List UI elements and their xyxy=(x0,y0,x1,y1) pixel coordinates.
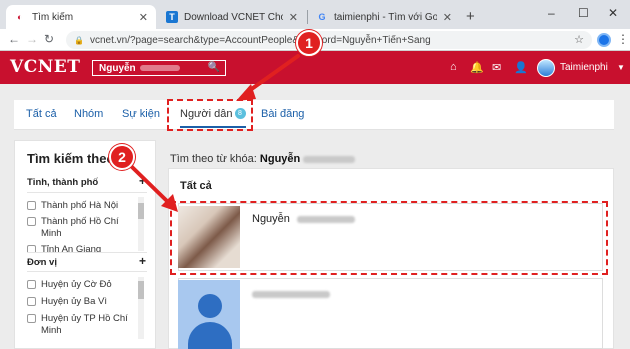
minimize-button[interactable]: – xyxy=(548,6,555,20)
url-text: vcnet.vn/?page=search&type=AccountPeople… xyxy=(89,34,431,46)
new-tab-button[interactable]: + xyxy=(466,8,475,25)
filter-panel: Tìm kiếm theo Tỉnh, thành phố + Thành ph… xyxy=(14,140,156,349)
filter-option-label: Thành phố Hà Nội xyxy=(41,200,119,211)
checkbox[interactable] xyxy=(27,201,36,210)
close-window-button[interactable]: ✕ xyxy=(608,6,618,20)
close-tab-icon[interactable]: ✕ xyxy=(139,11,148,24)
maximize-button[interactable]: ☐ xyxy=(578,6,589,20)
filter-option[interactable]: Huyện ủy Cờ Đỏ xyxy=(27,279,137,291)
checkbox[interactable] xyxy=(27,217,36,226)
filter-option-label: Huyện ủy TP Hồ Chí Minh xyxy=(41,313,128,336)
home-icon[interactable]: ⌂ xyxy=(450,61,457,73)
filter-option[interactable]: Huyện ủy Ba Vì xyxy=(27,296,137,308)
filter-group-province: Tỉnh, thành phố xyxy=(27,177,99,188)
keyword-value: Nguyễn xyxy=(259,153,301,165)
scrollbar-thumb[interactable] xyxy=(138,203,144,219)
tab-title: taimienphi - Tìm với Google xyxy=(334,11,437,23)
user-name[interactable]: Taimienphi xyxy=(560,62,608,73)
browser-tab-google[interactable]: G taimienphi - Tìm với Google ✕ xyxy=(308,5,460,29)
filter-option-label: Huyện ủy Cờ Đỏ xyxy=(41,279,112,290)
browser-menu-icon[interactable]: ⋮ xyxy=(617,32,629,46)
checkbox[interactable] xyxy=(27,245,36,252)
filter-option[interactable]: Thành phố Hồ Chí Minh xyxy=(27,216,137,240)
bookmark-star-icon[interactable]: ☆ xyxy=(574,33,584,46)
unit-scrollbar[interactable] xyxy=(138,277,144,339)
filter-option[interactable]: Huyện ủy TP Hồ Chí Minh xyxy=(27,313,137,337)
tab-title: Tìm kiếm xyxy=(32,11,74,23)
close-tab-icon[interactable]: ✕ xyxy=(443,11,452,24)
vcnet-logo[interactable]: VCNET xyxy=(10,57,80,77)
divider xyxy=(27,192,147,193)
keyword-prefix: Tìm theo từ khóa: xyxy=(170,153,257,165)
search-type-tabs: Tất cả Nhóm Sự kiện Người dân 8 Bài đăng xyxy=(14,100,614,130)
expand-unit-icon[interactable]: + xyxy=(139,254,146,268)
notification-bell-icon[interactable]: 🔔 xyxy=(470,61,484,74)
highlight-first-result xyxy=(170,201,608,275)
browser-tab-vcnet-download[interactable]: T Download VCNET Cho Android - ✕ xyxy=(158,5,306,29)
person-silhouette-icon xyxy=(198,294,222,318)
search-value-blurred xyxy=(139,65,180,71)
person-silhouette-body xyxy=(188,322,232,349)
tab-posts[interactable]: Bài đăng xyxy=(261,108,304,120)
user-avatar[interactable] xyxy=(537,59,555,77)
vcnet-favicon-icon: ◐ xyxy=(17,12,23,22)
filter-option-label: Thành phố Hồ Chí Minh xyxy=(41,216,119,239)
person-name-blurred xyxy=(252,290,330,298)
chat-icon[interactable]: ✉ xyxy=(492,61,501,74)
filter-option[interactable]: Tỉnh An Giang xyxy=(27,244,137,252)
forward-icon[interactable]: → xyxy=(26,32,38,46)
expand-province-icon[interactable]: + xyxy=(139,174,146,188)
filter-title: Tìm kiếm theo xyxy=(27,151,115,166)
add-friend-icon[interactable]: 👤 xyxy=(514,61,528,74)
checkbox[interactable] xyxy=(27,314,36,323)
checkbox[interactable] xyxy=(27,297,36,306)
chevron-down-icon[interactable]: ▼ xyxy=(617,63,625,72)
filter-option-label: Huyện ủy Ba Vì xyxy=(41,296,108,307)
divider xyxy=(27,271,147,272)
taimienphi-favicon-icon: T xyxy=(166,11,178,23)
keyword-blurred xyxy=(303,155,356,163)
tab-groups[interactable]: Nhóm xyxy=(74,108,103,120)
results-section-title: Tất cả xyxy=(180,180,212,192)
province-scrollbar[interactable] xyxy=(138,197,144,251)
browser-tab-active[interactable]: ◐ Tìm kiếm ✕ xyxy=(6,5,156,29)
divider xyxy=(27,252,147,253)
google-favicon-icon: G xyxy=(318,12,326,22)
search-icon[interactable]: 🔍 xyxy=(208,62,220,73)
step-marker-2: 2 xyxy=(109,144,135,170)
person-name[interactable] xyxy=(252,288,330,300)
checkbox[interactable] xyxy=(27,280,36,289)
site-search-input[interactable]: Nguyễn 🔍 xyxy=(92,60,226,76)
address-bar[interactable]: 🔒 vcnet.vn/?page=search&type=AccountPeop… xyxy=(66,31,592,49)
reload-icon[interactable]: ↻ xyxy=(44,32,54,46)
filter-option-label: Tỉnh An Giang xyxy=(41,244,102,252)
highlight-people-tab xyxy=(167,99,253,131)
tab-events[interactable]: Sự kiện xyxy=(122,108,160,120)
back-icon[interactable]: ← xyxy=(8,32,20,46)
step-marker-1: 1 xyxy=(296,30,322,56)
profile-avatar-icon[interactable] xyxy=(597,33,611,47)
scrollbar-thumb[interactable] xyxy=(138,281,144,299)
search-value: Nguyễn xyxy=(99,62,136,74)
lock-icon: 🔒 xyxy=(74,35,84,45)
site-header: VCNET Nguyễn 🔍 ⌂ 🔔 ✉ 👤 Taimienphi ▼ xyxy=(0,51,630,84)
filter-group-unit: Đơn vị xyxy=(27,257,57,268)
close-tab-icon[interactable]: ✕ xyxy=(289,11,298,24)
tab-title: Download VCNET Cho Android - xyxy=(184,11,283,23)
default-avatar[interactable] xyxy=(178,280,240,349)
search-keyword-line: Tìm theo từ khóa: Nguyễn xyxy=(170,153,356,165)
tab-all[interactable]: Tất cả xyxy=(26,108,57,120)
filter-option[interactable]: Thành phố Hà Nội xyxy=(27,200,137,212)
person-result-card[interactable] xyxy=(178,278,603,349)
browser-tab-strip: ◐ Tìm kiếm ✕ T Download VCNET Cho Androi… xyxy=(0,0,630,29)
